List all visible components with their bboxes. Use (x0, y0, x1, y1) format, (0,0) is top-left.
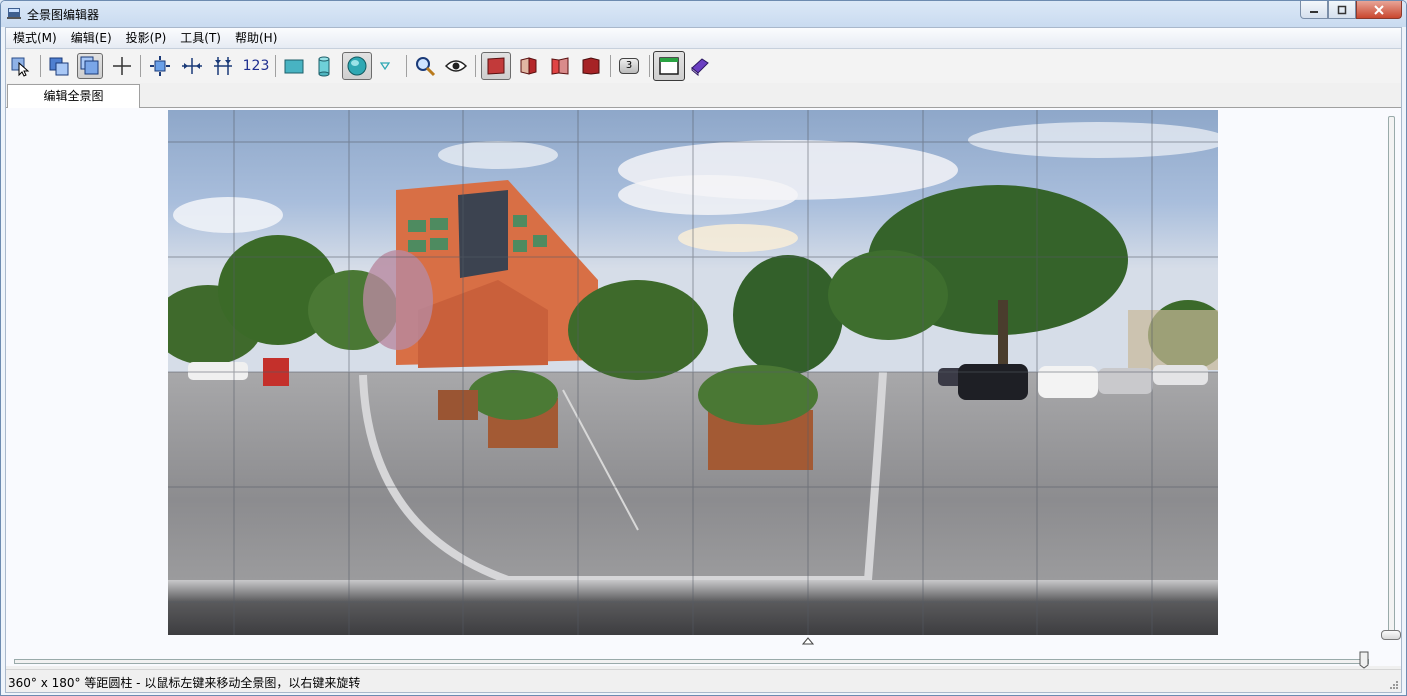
drag-rotate-icon (80, 56, 99, 75)
equirectangular-projection-button[interactable] (342, 52, 372, 80)
panorama-view[interactable] (6, 108, 1401, 669)
cylindrical-projection-button[interactable] (311, 53, 337, 79)
panorama-image[interactable] (168, 110, 1218, 635)
menu-help[interactable]: 帮助(H) (228, 28, 284, 48)
tab-strip: 编辑全景图 (6, 83, 1401, 108)
zoom-icon (416, 57, 436, 77)
rectilinear-projection-icon (284, 59, 304, 74)
toolbar: 123 3 (6, 49, 1401, 83)
mask-left-icon (520, 57, 537, 75)
select-pointer-icon (11, 57, 30, 77)
window-title: 全景图编辑器 (27, 8, 100, 22)
fit-center-button[interactable] (147, 53, 173, 79)
menu-projection[interactable]: 投影(P) (119, 28, 174, 48)
fit-vertical-button[interactable] (210, 53, 236, 79)
resize-grip-icon[interactable] (1389, 680, 1399, 690)
fit-center-icon (150, 56, 170, 76)
help-book-button[interactable] (687, 53, 713, 79)
numbers-icon: 123 (242, 58, 270, 74)
drag-move-button[interactable] (46, 53, 72, 79)
menu-bar: 模式(M) 编辑(E) 投影(P) 工具(T) 帮助(H) (6, 28, 1401, 49)
rectilinear-projection-button[interactable] (281, 53, 307, 79)
numbers-button[interactable]: 123 (240, 53, 272, 79)
panorama-window-icon (659, 57, 679, 75)
fit-horizontal-button[interactable] (179, 53, 205, 79)
tab-edit-panorama[interactable]: 编辑全景图 (7, 84, 140, 108)
app-window: 全景图编辑器 模式(M) 编辑(E) 投影(P) 工具(T) 帮助(H) 123… (0, 0, 1407, 696)
control-points-button[interactable]: 3 (616, 53, 642, 79)
app-icon (7, 8, 21, 19)
maximize-icon (1337, 5, 1347, 14)
close-button[interactable] (1356, 1, 1402, 19)
center-marker-icon (802, 637, 814, 645)
drag-rotate-button[interactable] (77, 53, 103, 79)
more-projections-icon (380, 62, 390, 71)
title-bar[interactable]: 全景图编辑器 (1, 1, 1406, 27)
minimize-icon (1310, 10, 1318, 13)
vertical-zoom-slider[interactable] (1388, 116, 1395, 640)
menu-edit[interactable]: 编辑(E) (64, 28, 119, 48)
minimize-button[interactable] (1300, 1, 1328, 19)
book-icon (691, 58, 709, 77)
mask-image-icon (487, 57, 505, 75)
maximize-button[interactable] (1328, 1, 1356, 19)
crosshair-button[interactable] (109, 53, 135, 79)
fit-vertical-icon (214, 57, 232, 75)
fit-horizontal-icon (182, 58, 202, 74)
client-area: 模式(M) 编辑(E) 投影(P) 工具(T) 帮助(H) 123 3 编辑全景… (5, 27, 1402, 693)
vertical-slider-thumb[interactable] (1381, 630, 1401, 640)
more-projections-button[interactable] (376, 53, 394, 79)
menu-mode[interactable]: 模式(M) (6, 28, 64, 48)
status-text: 360° x 180° 等距圆柱 - 以鼠标左键来移动全景图，以右键来旋转 (8, 676, 361, 690)
horizontal-slider-thumb[interactable] (1359, 651, 1369, 669)
status-bar: 360° x 180° 等距圆柱 - 以鼠标左键来移动全景图，以右键来旋转 (6, 669, 1401, 692)
equirectangular-projection-icon (347, 56, 367, 76)
horizontal-slider-track[interactable] (14, 659, 1369, 664)
select-tool-button[interactable] (8, 53, 34, 79)
mask-left-button[interactable] (515, 53, 541, 79)
mask-both-icon (582, 57, 600, 75)
panorama-window-button[interactable] (653, 51, 685, 81)
drag-move-icon (49, 57, 69, 76)
close-icon (1374, 4, 1384, 15)
mask-both-button[interactable] (578, 53, 604, 79)
preview-eye-icon (445, 60, 467, 72)
mask-image-button[interactable] (481, 52, 511, 80)
crosshair-icon (113, 57, 131, 75)
menu-tools[interactable]: 工具(T) (173, 28, 228, 48)
zoom-button[interactable] (412, 53, 438, 79)
control-points-icon: 3 (619, 58, 639, 74)
mask-right-icon (551, 57, 569, 75)
cylindrical-projection-icon (318, 56, 330, 77)
mask-right-button[interactable] (547, 53, 573, 79)
preview-button[interactable] (443, 53, 469, 79)
